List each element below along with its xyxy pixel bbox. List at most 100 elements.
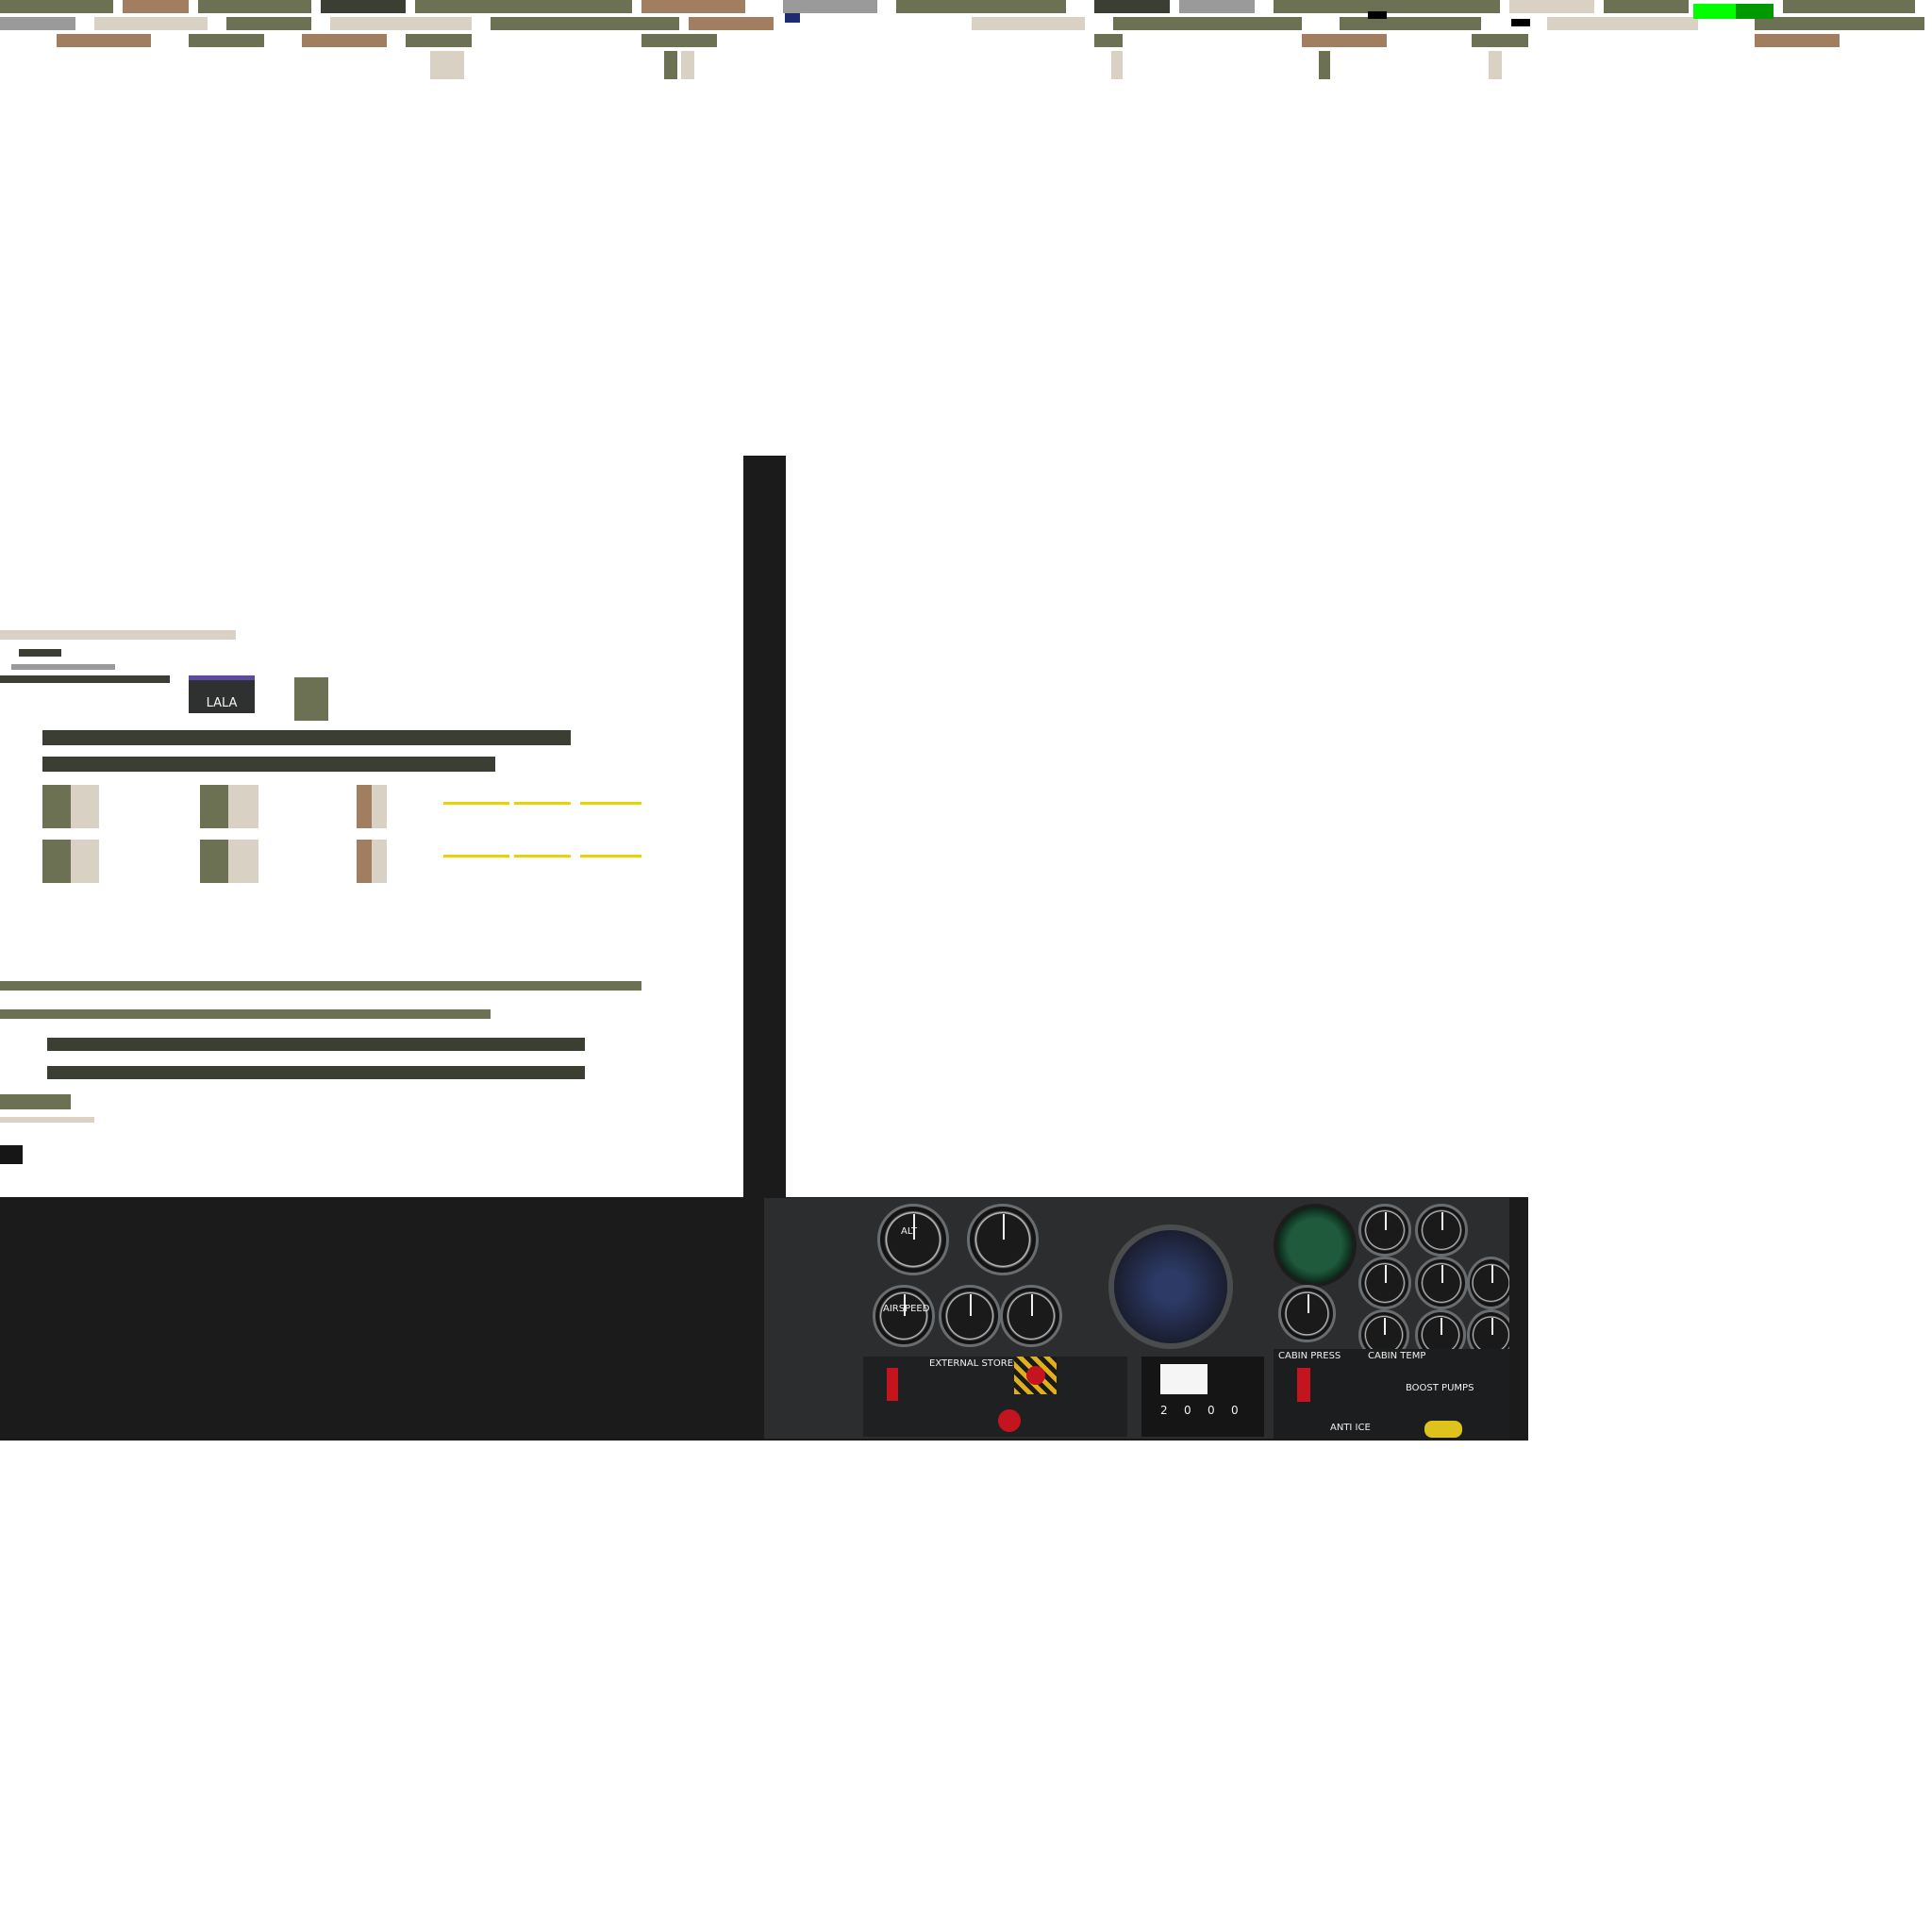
camo-fragment (1509, 0, 1594, 13)
atlas-sprite-row (0, 981, 641, 991)
atlas-sprite (42, 785, 71, 828)
atlas-sprite (0, 630, 236, 640)
camo-fragment (94, 17, 208, 30)
panel-label: CABIN PRESS (1278, 1351, 1341, 1361)
attitude-gauge-icon (939, 1285, 1001, 1347)
camo-fragment (321, 0, 406, 13)
camo-fragment (1302, 34, 1387, 47)
cockpit-panel-texture: ALT AIRSPEED EXTERNAL STORES 2 0 0 0 CAB… (764, 1198, 1509, 1439)
atlas-sprite (357, 785, 372, 828)
atlas-sprite (580, 855, 641, 858)
camo-fragment (330, 17, 472, 30)
altimeter-gauge-icon (877, 1204, 949, 1275)
insignia-fragment (785, 13, 800, 23)
red-switch-guard-icon (887, 1368, 898, 1401)
radar-warning-scope-icon (1274, 1204, 1357, 1287)
atlas-sprite (580, 802, 641, 805)
panel-label: CABIN TEMP (1368, 1351, 1426, 1361)
camo-fragment (1113, 17, 1302, 30)
engine-gauge-icon (1358, 1257, 1411, 1309)
atlas-sprite-row (0, 1009, 491, 1019)
texture-atlas: LALA (0, 623, 743, 1198)
camo-fragment (406, 34, 472, 47)
counter-digit: 0 (1184, 1404, 1191, 1417)
atlas-sprite (294, 677, 328, 721)
divider-bar (743, 456, 786, 1197)
camo-fragment (681, 51, 694, 79)
camo-fragment (1094, 34, 1123, 47)
atlas-sprite (443, 855, 509, 858)
atlas-sprite (200, 785, 228, 828)
atlas-sprite-row (42, 757, 495, 772)
atlas-sprite (372, 785, 387, 828)
gauge-label: ALT (901, 1226, 918, 1237)
atlas-sprite (71, 840, 99, 883)
camo-fragment (123, 0, 189, 13)
camo-fragment (415, 0, 632, 13)
camo-fragment (689, 17, 774, 30)
camo-fragment (491, 17, 679, 30)
mach-gauge-icon (1000, 1285, 1062, 1347)
camo-fragment (1111, 51, 1123, 79)
emergency-jettison-button (1026, 1366, 1045, 1385)
atlas-sprite (0, 1145, 23, 1164)
engine-gauge-icon (1358, 1204, 1411, 1257)
radar-scope-icon (1108, 1224, 1233, 1349)
select-jettison-knob (998, 1409, 1021, 1432)
counter-digit: 2 (1160, 1404, 1168, 1417)
atlas-sprite-row (42, 730, 571, 745)
camo-fragment (783, 0, 877, 13)
camo-fragment (1755, 34, 1840, 47)
dark-fragment (1368, 11, 1387, 19)
atlas-sprite (228, 785, 258, 828)
engine-gauge-icon (1467, 1257, 1509, 1309)
camo-fragment (1094, 0, 1170, 13)
camo-fragment (189, 34, 264, 47)
camo-fragment (1274, 0, 1500, 13)
camo-fragment (972, 17, 1085, 30)
atlas-sprite (357, 840, 372, 883)
atlas-sprite-row (47, 1066, 585, 1079)
emblem-sprite: LALA (189, 675, 255, 713)
camo-fragment (226, 17, 311, 30)
camo-fragment (302, 34, 387, 47)
panel-label: EXTERNAL STORES (929, 1358, 1020, 1369)
status-swatch-dark-green (1736, 4, 1774, 19)
camo-fragment (641, 0, 745, 13)
engine-gauge-icon (1415, 1257, 1468, 1309)
atlas-sprite (200, 840, 228, 883)
camo-fragment (641, 34, 717, 47)
atlas-sprite (0, 1117, 94, 1123)
counter-digit: 0 (1208, 1404, 1215, 1417)
engine-gauge-icon (1415, 1204, 1468, 1257)
camo-fragment (1489, 51, 1502, 79)
camo-fragment (1547, 17, 1698, 30)
panel-label: BOOST PUMPS (1406, 1383, 1474, 1393)
atlas-sprite (42, 840, 71, 883)
counter-digit: 0 (1231, 1404, 1239, 1417)
cabin-press-switch-icon (1297, 1368, 1310, 1402)
atlas-sprite (514, 802, 571, 805)
dark-fragment (1511, 19, 1530, 26)
counter-window (1160, 1364, 1208, 1394)
atlas-sprite (0, 675, 170, 683)
atlas-sprite (19, 649, 61, 657)
atlas-sprite (514, 855, 571, 858)
texture-strip-top (0, 0, 1932, 85)
panel-label: ANTI ICE (1330, 1423, 1371, 1433)
emblem-stripe (189, 675, 255, 680)
camo-fragment (896, 0, 1066, 13)
emblem-text: LALA (206, 696, 238, 710)
atlas-sprite (228, 840, 258, 883)
atlas-sprite (0, 1094, 71, 1109)
atlas-sprite (11, 664, 115, 670)
camo-fragment (1319, 51, 1330, 79)
camo-fragment (1604, 0, 1689, 13)
airspeed-gauge-icon (873, 1285, 935, 1347)
camo-fragment (57, 34, 151, 47)
camo-fragment (664, 51, 677, 79)
yellow-handle-icon (1424, 1421, 1462, 1438)
engine-gauge-icon (1278, 1285, 1336, 1342)
camo-fragment (1340, 17, 1481, 30)
camo-fragment (430, 51, 464, 79)
